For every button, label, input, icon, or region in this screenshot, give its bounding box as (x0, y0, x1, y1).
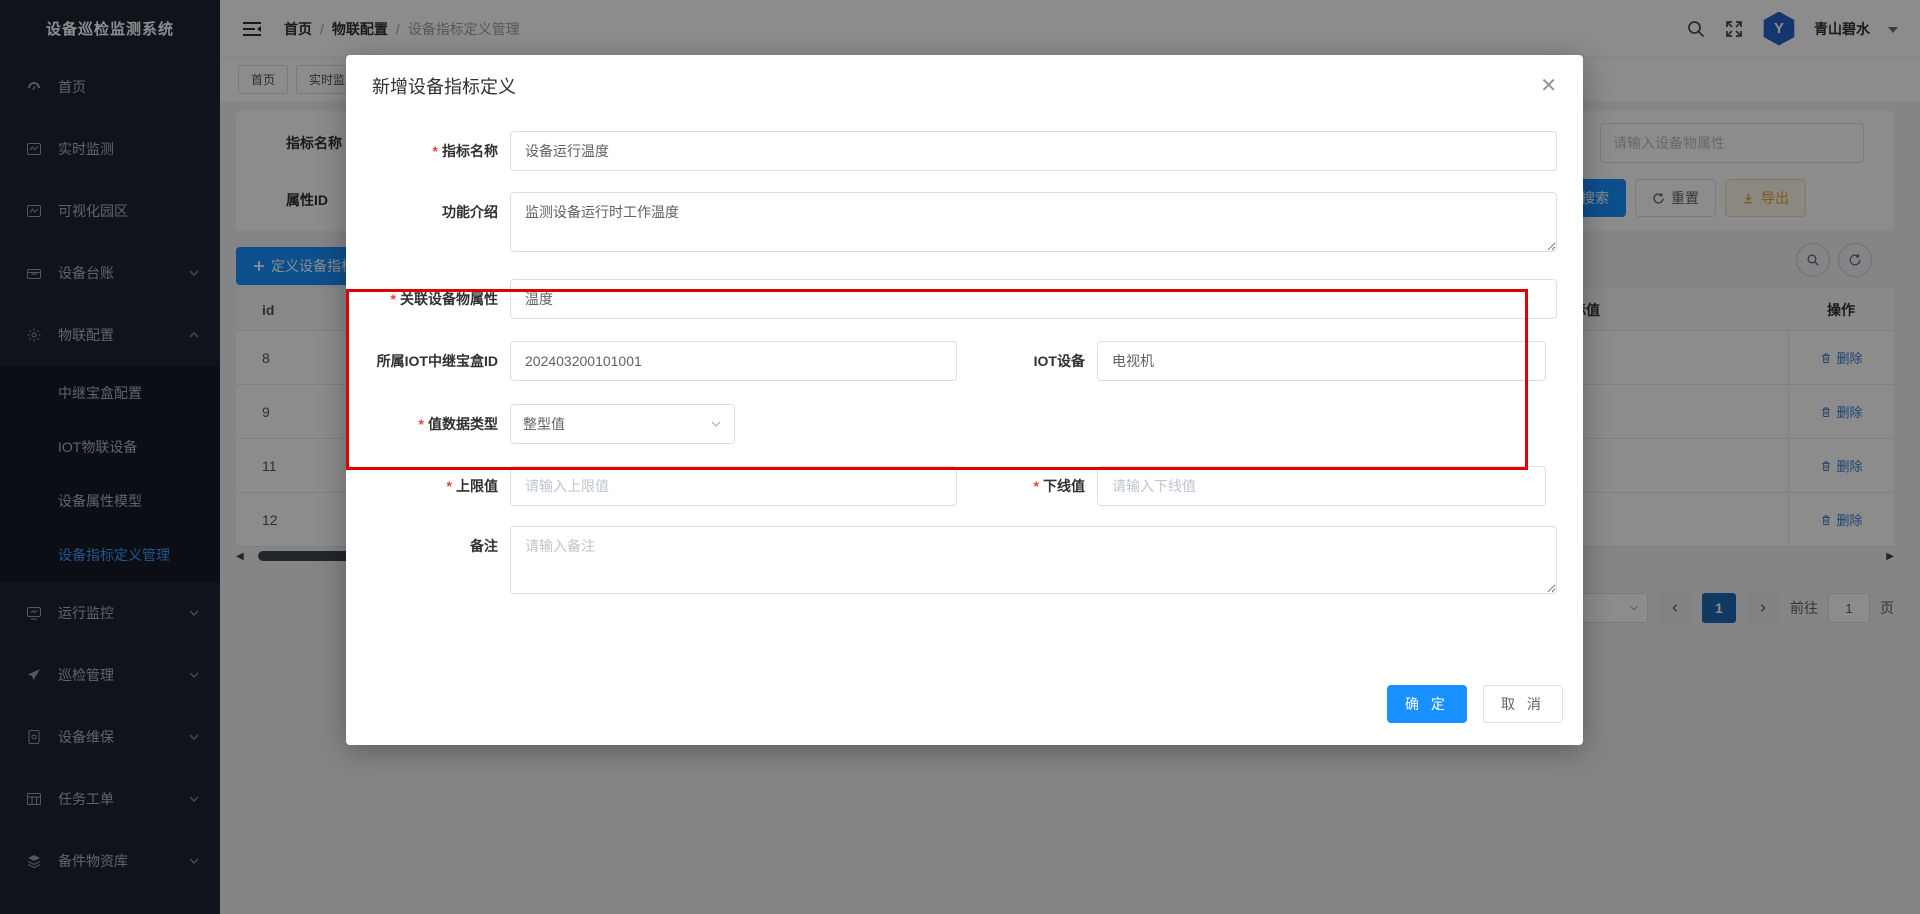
device-attr-field[interactable] (510, 279, 1557, 319)
dialog-title: 新增设备指标定义 (372, 73, 516, 99)
iot-device-label: IOT设备 (957, 341, 1097, 381)
remark-field[interactable] (510, 526, 1557, 594)
upper-limit-label: 上限值 (370, 466, 510, 506)
confirm-button[interactable]: 确 定 (1387, 685, 1467, 723)
add-metric-dialog: 新增设备指标定义 ✕ 指标名称 功能介绍 监测设备运行时工作温度 关联设备物属性… (346, 55, 1583, 745)
description-field[interactable]: 监测设备运行时工作温度 (510, 192, 1557, 252)
lower-limit-label: 下线值 (957, 466, 1097, 506)
close-icon[interactable]: ✕ (1540, 76, 1557, 96)
iot-box-id-field[interactable] (510, 341, 957, 381)
chevron-down-icon (710, 418, 722, 430)
upper-limit-field[interactable] (510, 466, 957, 506)
metric-name-field[interactable] (510, 131, 1557, 171)
cancel-button[interactable]: 取 消 (1483, 685, 1563, 723)
lower-limit-field[interactable] (1097, 466, 1546, 506)
dialog-header: 新增设备指标定义 ✕ (346, 55, 1583, 117)
value-type-selected: 整型值 (523, 414, 565, 434)
value-type-select[interactable]: 整型值 (510, 404, 735, 444)
device-attr-label: 关联设备物属性 (370, 279, 510, 319)
metric-name-label: 指标名称 (370, 131, 510, 171)
remark-label: 备注 (370, 526, 510, 566)
dialog-form: 指标名称 功能介绍 监测设备运行时工作温度 关联设备物属性 所属IOT中继宝盒I… (346, 117, 1583, 594)
iot-box-id-label: 所属IOT中继宝盒ID (370, 341, 510, 381)
description-label: 功能介绍 (370, 192, 510, 232)
dialog-footer: 确 定 取 消 (1387, 685, 1563, 723)
iot-device-field[interactable] (1097, 341, 1546, 381)
value-type-label: 值数据类型 (370, 404, 510, 444)
